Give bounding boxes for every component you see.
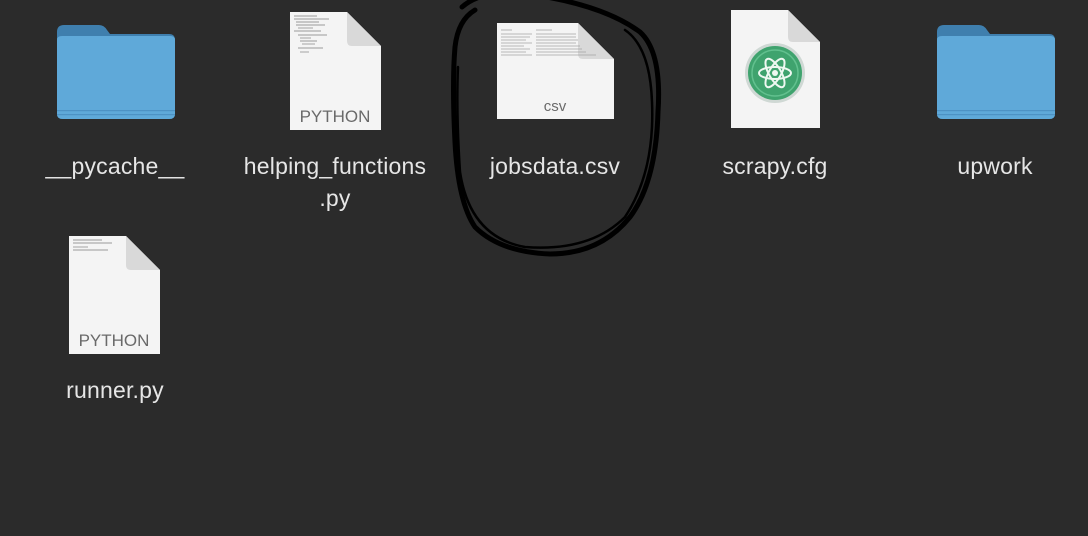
- file-item-helping-functions[interactable]: PYTHON helping_functions .py: [215, 0, 455, 215]
- file-item-pycache[interactable]: __pycache__: [0, 0, 230, 200]
- file-name-line2: .py: [319, 185, 351, 211]
- folder-icon: [57, 25, 175, 119]
- folder-icon: [937, 25, 1055, 119]
- file-name: runner.py: [66, 377, 164, 403]
- file-item-runner-py[interactable]: PYTHON runner.py: [0, 225, 230, 415]
- hand-drawn-circle-annotation: [451, 0, 662, 257]
- file-name: scrapy.cfg: [722, 153, 828, 179]
- file-type-badge: PYTHON: [300, 107, 371, 126]
- cfg-document-icon: [731, 10, 820, 128]
- atom-app-icon: [745, 43, 805, 103]
- file-item-scrapy-cfg[interactable]: scrapy.cfg: [655, 0, 895, 200]
- file-name: __pycache__: [45, 153, 185, 179]
- finder-icon-view: __pycache__ PYTHON helping_functions .py…: [0, 0, 1088, 536]
- file-name: upwork: [957, 153, 1033, 179]
- file-type-badge: PYTHON: [79, 331, 150, 350]
- python-document-icon: PYTHON: [290, 12, 381, 130]
- file-item-upwork[interactable]: upwork: [875, 0, 1088, 200]
- file-name-line1: helping_functions: [243, 153, 427, 179]
- python-document-icon: PYTHON: [69, 236, 160, 354]
